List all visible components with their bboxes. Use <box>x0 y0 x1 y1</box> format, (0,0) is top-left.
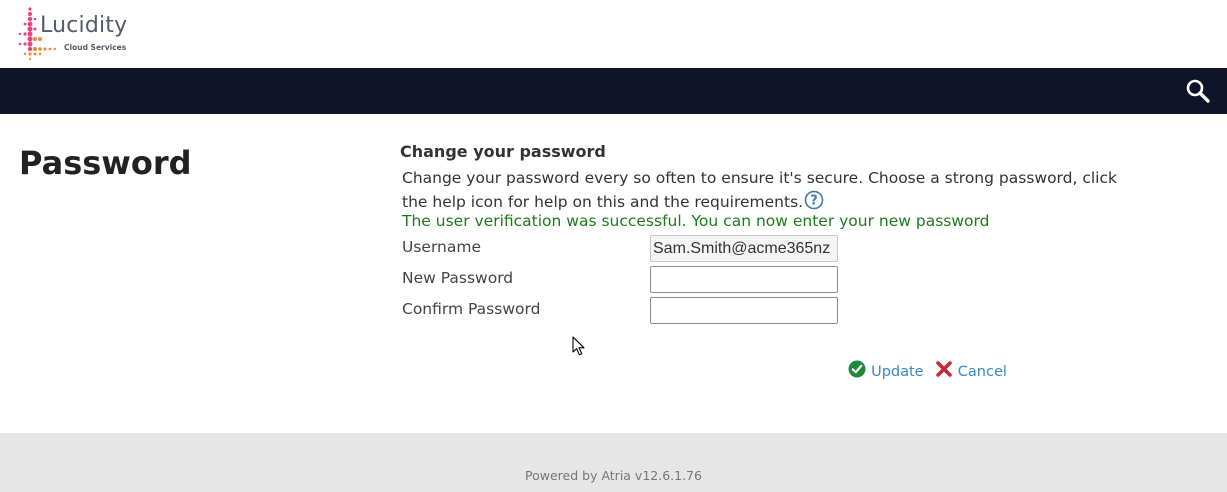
question-circle-icon: ? <box>804 190 824 210</box>
update-label: Update <box>871 364 924 380</box>
username-field[interactable] <box>650 235 838 262</box>
top-navbar <box>0 68 1227 114</box>
confirm-password-field[interactable] <box>650 297 838 324</box>
footer: Powered by Atria v12.6.1.76 <box>0 433 1227 492</box>
new-password-label: New Password <box>402 269 514 287</box>
change-password-form: Change your password Change your passwor… <box>400 142 1160 380</box>
search-button[interactable] <box>1185 78 1211 104</box>
update-button[interactable]: Update <box>848 360 924 384</box>
svg-text:?: ? <box>810 194 818 209</box>
page-title: Password <box>19 144 192 182</box>
help-icon[interactable]: ? <box>804 190 824 210</box>
close-icon <box>935 361 952 377</box>
footer-version-text: Powered by Atria v12.6.1.76 <box>525 468 702 483</box>
mouse-pointer-icon <box>572 336 585 356</box>
search-icon <box>1186 79 1210 103</box>
cancel-button[interactable]: Cancel <box>935 360 1007 384</box>
username-row: Username <box>402 235 842 263</box>
section-title: Change your password <box>400 142 606 161</box>
description: Change your password every so often to e… <box>402 166 1147 214</box>
logo-subtitle: Cloud Services <box>64 43 127 52</box>
confirm-password-label: Confirm Password <box>402 300 541 318</box>
header: Lucidity Cloud Services <box>0 0 1227 68</box>
logo-name: Lucidity <box>40 13 128 38</box>
lucidity-logo[interactable]: Lucidity Cloud Services <box>16 6 146 62</box>
username-label: Username <box>402 238 482 256</box>
success-message: The user verification was successful. Yo… <box>402 212 990 230</box>
check-circle-icon <box>848 360 866 378</box>
description-text: Change your password every so often to e… <box>402 169 1117 211</box>
new-password-field[interactable] <box>650 266 838 293</box>
form-actions: Update Cancel <box>848 360 1007 384</box>
cancel-label: Cancel <box>957 364 1007 380</box>
new-password-row: New Password <box>402 266 842 294</box>
confirm-password-row: Confirm Password <box>402 297 842 325</box>
